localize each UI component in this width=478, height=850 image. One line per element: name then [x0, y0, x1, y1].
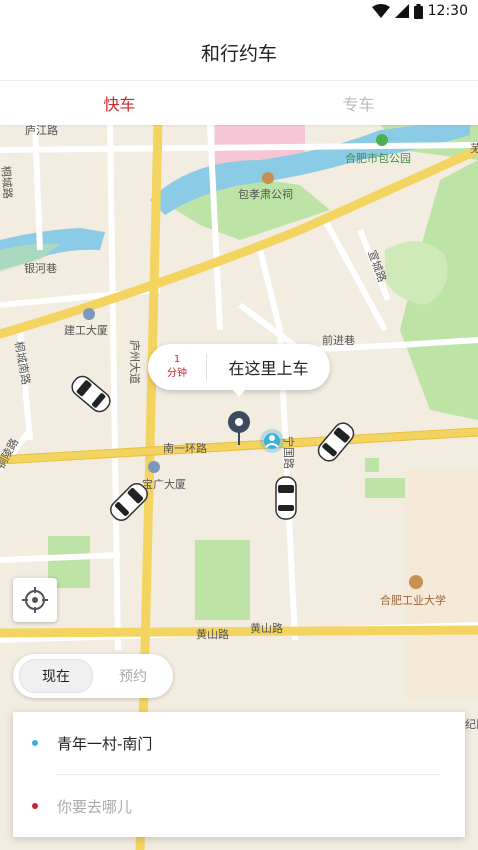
- poi-edge-right: 纪阳: [465, 718, 478, 731]
- tab-premium[interactable]: 专车: [239, 81, 478, 125]
- road-label-tongling: 铜陵路: [0, 436, 21, 472]
- road-label-huangshan-2: 黄山路: [250, 621, 283, 635]
- road-label-left-top: 桐城路: [0, 165, 15, 199]
- status-icons: 12:30: [371, 3, 468, 19]
- locate-button[interactable]: [13, 578, 57, 622]
- status-bar: 12:30: [0, 0, 478, 24]
- eta-badge: 1 分钟: [148, 353, 206, 381]
- poi-baoguang: 宝广大厦: [142, 477, 186, 491]
- poi-jiangong: 建工大厦: [64, 323, 108, 337]
- poi-hfut: 合肥工业大学: [380, 593, 446, 607]
- road-label-ningguo: 宁国路: [282, 436, 296, 469]
- road-label-tongcheng: 桐城南路: [12, 340, 33, 386]
- toggle-reserve-button[interactable]: 预约: [93, 666, 173, 686]
- pickup-bubble[interactable]: 1 分钟 在这里上车: [148, 344, 330, 397]
- eta-unit: 分钟: [167, 368, 187, 379]
- status-time: 12:30: [427, 3, 468, 19]
- pickup-address: 青年一村-南门: [57, 734, 153, 753]
- signal-icon: [394, 4, 409, 18]
- pin-icon: [228, 411, 250, 445]
- eta-number: 1: [173, 354, 181, 365]
- app-title-bar: 和行约车: [0, 24, 478, 80]
- road-label-yinhe: 银河巷: [24, 261, 57, 275]
- poi-baoxiao: 包孝肃公祠: [238, 188, 293, 201]
- tab-express[interactable]: 快车: [0, 81, 239, 125]
- wifi-icon: [371, 4, 390, 18]
- user-location-icon: [260, 429, 284, 453]
- pickup-here-label: 在这里上车: [228, 359, 309, 378]
- locate-icon: [22, 587, 48, 613]
- destination-row[interactable]: 你要去哪儿: [13, 775, 465, 837]
- ride-type-tabs: 快车 专车: [0, 80, 478, 125]
- time-toggle: 现在 预约: [13, 654, 173, 698]
- road-label-lujiang: 庐江路: [25, 124, 58, 137]
- road-label-luzhou: 庐州大道: [128, 340, 142, 384]
- poi-edge-top-right: 芜: [470, 141, 478, 155]
- road-label-qianjin: 前进巷: [322, 333, 355, 347]
- road-label-huangshan-1: 黄山路: [196, 627, 229, 641]
- car-icon: [275, 476, 297, 520]
- app-title: 和行约车: [200, 42, 277, 65]
- destination-dot: [32, 803, 38, 809]
- toggle-now-button[interactable]: 现在: [19, 659, 93, 693]
- pickup-address-row[interactable]: 青年一村-南门: [13, 712, 465, 774]
- address-panel: 青年一村-南门 你要去哪儿: [13, 712, 465, 837]
- battery-icon: [413, 3, 423, 19]
- road-label-south-ring: 南一环路: [163, 442, 207, 455]
- destination-input[interactable]: 你要去哪儿: [57, 796, 132, 817]
- pickup-dot: [32, 740, 38, 746]
- poi-baogong-park: 合肥市包公园: [345, 151, 411, 165]
